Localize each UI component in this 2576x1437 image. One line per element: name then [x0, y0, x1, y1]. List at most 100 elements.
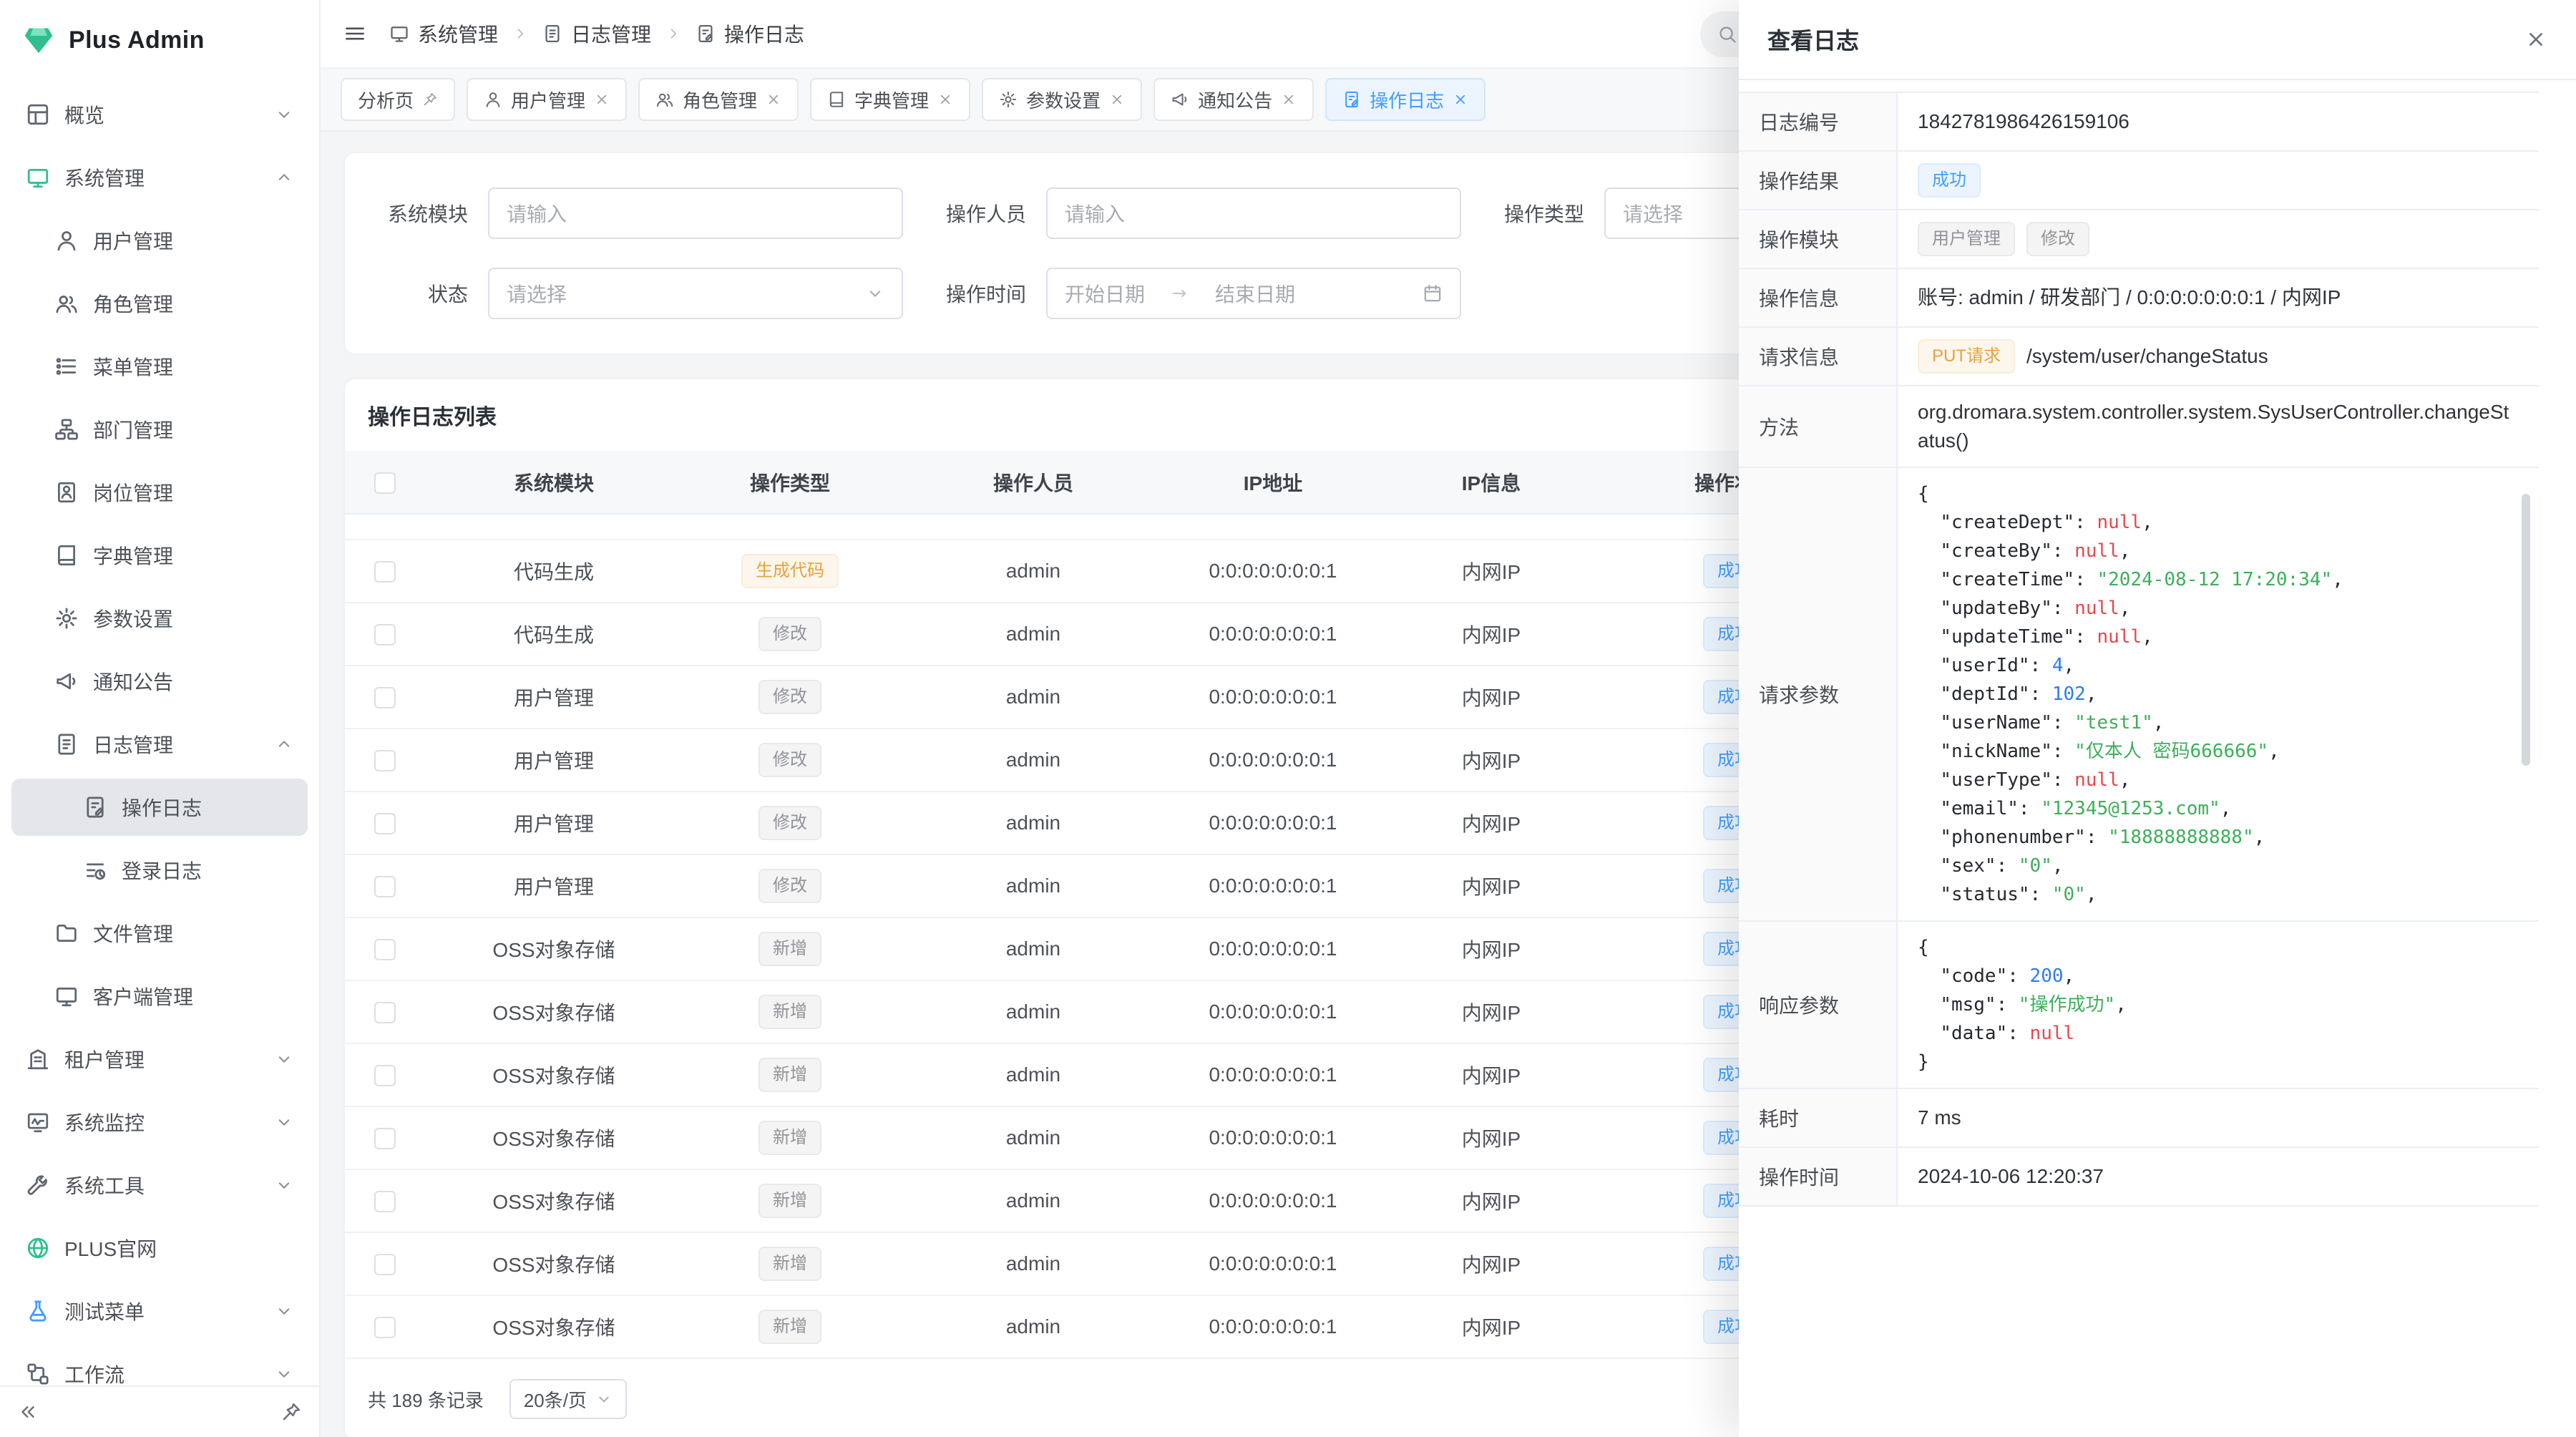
close-icon[interactable]	[937, 92, 953, 107]
op-type-tag: 新增	[758, 1121, 821, 1155]
close-icon[interactable]	[766, 92, 781, 107]
json-code-block[interactable]: { "createDept": null, "createBy": null, …	[1918, 479, 2519, 909]
sidebar-item-dept-mgmt[interactable]: 部门管理	[11, 401, 308, 458]
chevron-down-icon	[275, 1365, 293, 1383]
sidebar-item-menu-mgmt[interactable]: 菜单管理	[11, 338, 308, 395]
time-range-picker[interactable]: 开始日期 结束日期	[1046, 268, 1461, 319]
sidebar-item-sys-tools[interactable]: 系统工具	[11, 1156, 308, 1214]
tab-notice[interactable]: 通知公告	[1153, 78, 1314, 121]
operation-log-icon	[1342, 90, 1361, 109]
request-method-tag: PUT请求	[1918, 339, 2015, 374]
scrollbar-thumb[interactable]	[2522, 494, 2530, 766]
drawer-close-button[interactable]	[2524, 28, 2547, 51]
breadcrumb-item-log-mgmt[interactable]: 日志管理	[542, 19, 651, 48]
detail-value: { "code": 200, "msg": "操作成功", "data": nu…	[1898, 922, 2539, 1088]
detail-text: 账号: admin / 研发部门 / 0:0:0:0:0:0:0:1 / 内网I…	[1918, 283, 2341, 312]
sidebar-item-tenant-mgmt[interactable]: 租户管理	[11, 1031, 308, 1088]
close-icon[interactable]	[1109, 92, 1125, 107]
brand[interactable]: Plus Admin	[0, 0, 319, 80]
sidebar-item-overview[interactable]: 概览	[11, 86, 308, 143]
sidebar-toggle-button[interactable]	[343, 22, 366, 45]
operator-input[interactable]: 请输入	[1046, 187, 1461, 239]
filter-field-time: 操作时间 开始日期 结束日期	[937, 268, 1461, 319]
sidebar-item-notice[interactable]: 通知公告	[11, 653, 308, 710]
sidebar-footer	[0, 1385, 319, 1437]
detail-text: 1842781986426159106	[1918, 107, 2129, 136]
sidebar-item-label: 租户管理	[64, 1045, 260, 1073]
row-checkbox[interactable]	[374, 1128, 396, 1149]
cell-op-type: 新增	[683, 1295, 897, 1358]
row-checkbox[interactable]	[374, 939, 396, 960]
row-checkbox[interactable]	[374, 1254, 396, 1275]
cell-module: 用户管理	[425, 791, 683, 854]
row-checkbox[interactable]	[374, 876, 396, 897]
sidebar-item-param-settings[interactable]: 参数设置	[11, 590, 308, 647]
operation-log-icon	[83, 795, 107, 819]
tab-operation-log[interactable]: 操作日志	[1325, 78, 1485, 121]
drawer-header: 查看日志	[1739, 0, 2576, 80]
column-header: IP地址	[1169, 451, 1377, 514]
tab-user-mgmt[interactable]: 用户管理	[467, 78, 627, 121]
sidebar-item-user-mgmt[interactable]: 用户管理	[11, 212, 308, 269]
tab-role-mgmt[interactable]: 角色管理	[638, 78, 799, 121]
detail-row: 方法org.dromara.system.controller.system.S…	[1739, 386, 2539, 468]
row-checkbox[interactable]	[374, 624, 396, 646]
close-icon[interactable]	[1453, 92, 1468, 107]
sidebar-item-sys-monitor[interactable]: 系统监控	[11, 1093, 308, 1151]
module-input[interactable]: 请输入	[488, 187, 903, 239]
sidebar-item-role-mgmt[interactable]: 角色管理	[11, 275, 308, 332]
cell-ip: 0:0:0:0:0:0:0:1	[1169, 1295, 1377, 1358]
sidebar-item-file-mgmt[interactable]: 文件管理	[11, 905, 308, 962]
breadcrumb-item-operation-log[interactable]: 操作日志	[696, 19, 804, 48]
cell-ip-info: 内网IP	[1377, 540, 1606, 603]
detail-label: 日志编号	[1739, 93, 1898, 150]
collapse-sidebar-button[interactable]	[17, 1401, 39, 1423]
sidebar-item-dict-mgmt[interactable]: 字典管理	[11, 527, 308, 584]
row-checkbox[interactable]	[374, 561, 396, 583]
sidebar-item-login-log[interactable]: 登录日志	[11, 842, 308, 899]
row-checkbox[interactable]	[374, 1002, 396, 1023]
tab-dict-mgmt[interactable]: 字典管理	[810, 78, 970, 121]
cell-ip-info: 内网IP	[1377, 1169, 1606, 1232]
sidebar-item-label: 操作日志	[122, 793, 293, 822]
tab-analysis[interactable]: 分析页	[341, 78, 455, 121]
sidebar-item-client-mgmt[interactable]: 客户端管理	[11, 968, 308, 1025]
sidebar-item-label: 登录日志	[122, 856, 293, 885]
close-icon[interactable]	[594, 92, 610, 107]
sidebar-item-workflow[interactable]: 工作流	[11, 1345, 308, 1385]
row-checkbox[interactable]	[374, 1191, 396, 1212]
cell-op-type: 修改	[683, 729, 897, 791]
detail-label: 操作结果	[1739, 152, 1898, 209]
row-checkbox[interactable]	[374, 1317, 396, 1338]
cell-ip-info: 内网IP	[1377, 1232, 1606, 1295]
cell-ip-info: 内网IP	[1377, 791, 1606, 854]
status-select[interactable]: 请选择	[488, 268, 903, 319]
page-size-select[interactable]: 20条/页	[509, 1379, 627, 1419]
select-all-checkbox[interactable]	[374, 472, 396, 494]
brand-name: Plus Admin	[69, 26, 205, 54]
filter-label: 状态	[379, 279, 468, 308]
tab-param-settings[interactable]: 参数设置	[982, 78, 1142, 121]
sidebar-item-post-mgmt[interactable]: 岗位管理	[11, 464, 308, 521]
close-icon[interactable]	[1281, 92, 1297, 107]
cell-ip-info: 内网IP	[1377, 666, 1606, 729]
app-root: Plus Admin 概览系统管理用户管理角色管理菜单管理部门管理岗位管理字典管…	[0, 0, 2576, 1437]
breadcrumb-item-system-mgmt[interactable]: 系统管理	[389, 19, 498, 48]
test-icon	[26, 1299, 50, 1323]
row-checkbox[interactable]	[374, 750, 396, 771]
pin-sidebar-button[interactable]	[280, 1401, 302, 1423]
detail-row: 响应参数{ "code": 200, "msg": "操作成功", "data"…	[1739, 922, 2539, 1089]
row-checkbox[interactable]	[374, 813, 396, 834]
sidebar-item-plus-site[interactable]: PLUS官网	[11, 1219, 308, 1277]
row-checkbox[interactable]	[374, 1065, 396, 1086]
row-checkbox[interactable]	[374, 687, 396, 708]
sidebar-item-label: 通知公告	[93, 667, 293, 696]
breadcrumb-separator-icon	[665, 26, 681, 42]
sidebar-item-system-mgmt[interactable]: 系统管理	[11, 149, 308, 206]
pin-icon[interactable]	[422, 92, 438, 107]
detail-row: 日志编号 1842781986426159106	[1739, 93, 2539, 152]
sidebar-item-test-menu[interactable]: 测试菜单	[11, 1282, 308, 1340]
sidebar-item-log-mgmt[interactable]: 日志管理	[11, 716, 308, 773]
sidebar-item-operation-log[interactable]: 操作日志	[11, 779, 308, 836]
detail-label: 操作时间	[1739, 1148, 1898, 1205]
